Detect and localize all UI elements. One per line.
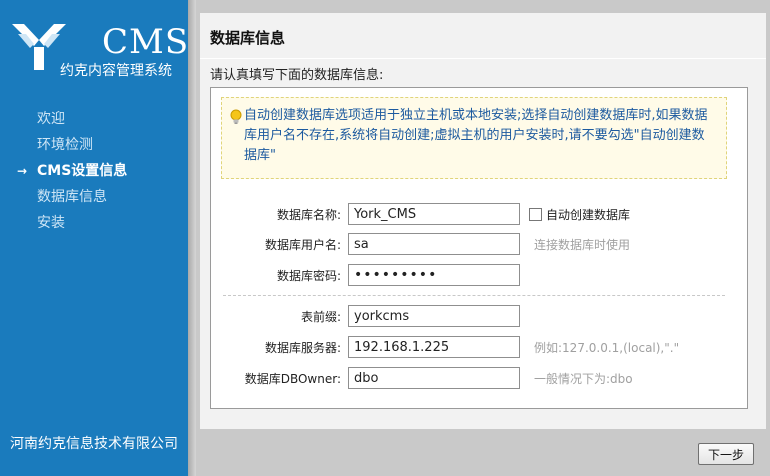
title-divider [200, 58, 766, 59]
db-user-input[interactable] [348, 233, 520, 255]
next-step-button[interactable]: 下一步 [698, 443, 754, 465]
brand-name: CMS [102, 22, 190, 62]
db-server-input[interactable] [348, 336, 520, 358]
db-server-hint: 例如:127.0.0.1,(local),"." [534, 341, 680, 355]
current-step-arrow-icon: → [17, 164, 28, 178]
db-password-input[interactable] [348, 264, 520, 286]
nav-item-cms-settings[interactable]: → CMS设置信息 [0, 158, 188, 184]
brand-subtitle: 约克内容管理系统 [60, 63, 172, 79]
db-name-label: 数据库名称: [276, 208, 341, 222]
tip-box: 自动创建数据库选项适用于独立主机或本地安装;选择自动创建数据库时,如果数据库用户… [221, 97, 727, 179]
page-title: 数据库信息 [210, 29, 286, 47]
nav-item-label: 环境检测 [37, 137, 93, 153]
table-prefix-row: 表前缀: [211, 305, 747, 329]
nav-item-database-info[interactable]: 数据库信息 [0, 184, 188, 210]
db-server-label: 数据库服务器: [264, 341, 341, 355]
db-owner-input[interactable] [348, 367, 520, 389]
db-user-row: 数据库用户名: 连接数据库时使用 [211, 233, 747, 257]
db-password-label: 数据库密码: [276, 269, 341, 283]
table-prefix-input[interactable] [348, 305, 520, 327]
lightbulb-icon [230, 109, 242, 124]
db-name-row: 数据库名称: 自动创建数据库 [211, 203, 747, 227]
step-nav: 欢迎 环境检测 → CMS设置信息 数据库信息 安装 [0, 106, 188, 236]
db-owner-hint: 一般情况下为:dbo [534, 372, 633, 386]
auto-create-label: 自动创建数据库 [546, 208, 631, 222]
nav-item-label: 欢迎 [37, 111, 65, 127]
db-server-row: 数据库服务器: 例如:127.0.0.1,(local),"." [211, 336, 747, 360]
db-name-input[interactable] [348, 203, 520, 225]
instruction-text: 请认真填写下面的数据库信息: [210, 68, 384, 83]
nav-item-label: 安装 [37, 215, 65, 231]
nav-item-welcome[interactable]: 欢迎 [0, 106, 188, 132]
form-divider [223, 295, 725, 296]
sidebar-divider [188, 0, 196, 476]
db-owner-row: 数据库DBOwner: 一般情况下为:dbo [211, 367, 747, 391]
tip-text: 自动创建数据库选项适用于独立主机或本地安装;选择自动创建数据库时,如果数据库用户… [244, 108, 708, 163]
db-user-hint: 连接数据库时使用 [534, 238, 631, 252]
nav-item-label: CMS设置信息 [37, 163, 128, 179]
logo: CMS 约克内容管理系统 [10, 20, 188, 80]
sidebar: CMS 约克内容管理系统 欢迎 环境检测 → CMS设置信息 数据库信息 安装 河… [0, 0, 188, 476]
nav-item-install[interactable]: 安装 [0, 210, 188, 236]
company-name: 河南约克信息技术有限公司 [10, 436, 178, 452]
table-prefix-label: 表前缀: [300, 310, 341, 324]
db-user-label: 数据库用户名: [264, 238, 341, 252]
nav-item-env-check[interactable]: 环境检测 [0, 132, 188, 158]
checkbox-icon[interactable] [529, 208, 542, 221]
db-owner-label: 数据库DBOwner: [244, 372, 341, 386]
auto-create-checkbox[interactable]: 自动创建数据库 [529, 203, 630, 227]
main-content: 数据库信息 请认真填写下面的数据库信息: 自动创建数据库选项适用于独立主机或本地… [200, 13, 766, 429]
database-form-panel: 自动创建数据库选项适用于独立主机或本地安装;选择自动创建数据库时,如果数据库用户… [210, 87, 748, 409]
nav-item-label: 数据库信息 [37, 189, 107, 205]
db-password-row: 数据库密码: [211, 264, 747, 288]
